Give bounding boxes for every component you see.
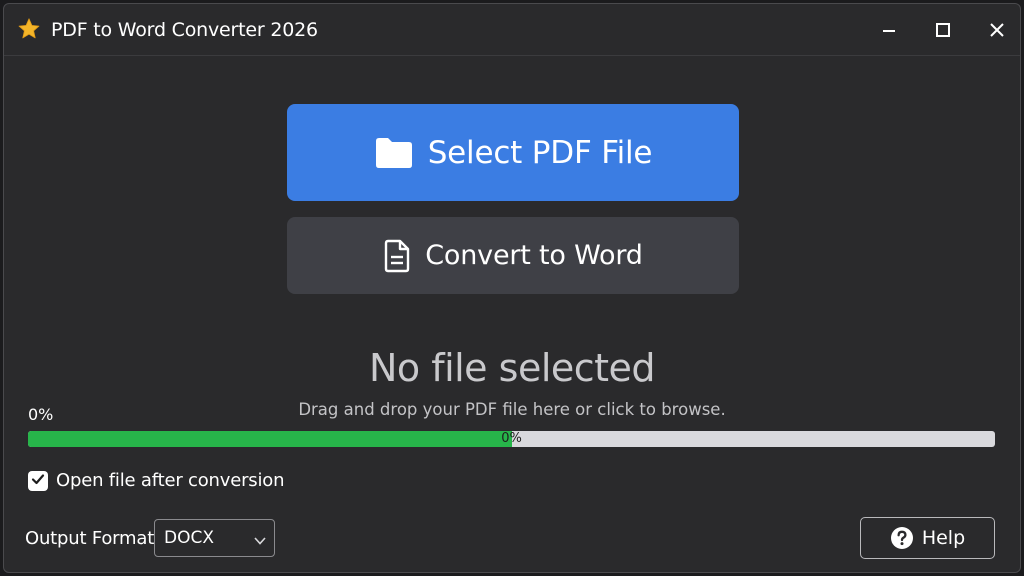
title-bar: PDF to Word Converter 2026 (4, 4, 1020, 56)
document-icon (383, 239, 411, 273)
output-format-value: DOCX (164, 528, 214, 548)
minimize-button[interactable] (877, 18, 901, 42)
maximize-icon (931, 18, 955, 42)
open-after-checkbox[interactable] (28, 471, 48, 491)
select-pdf-label: Select PDF File (427, 134, 653, 171)
close-button[interactable] (985, 18, 1009, 42)
help-label: Help (921, 527, 966, 549)
progress-bar-text: 0% (501, 431, 522, 446)
help-circle-icon (890, 526, 914, 550)
window-title: PDF to Word Converter 2026 (51, 19, 318, 41)
folder-icon (374, 136, 414, 170)
convert-to-word-label: Convert to Word (425, 239, 643, 271)
select-pdf-button[interactable]: Select PDF File (287, 104, 739, 201)
convert-to-word-button[interactable]: Convert to Word (287, 217, 739, 294)
star-icon (17, 17, 41, 41)
close-icon (985, 18, 1009, 42)
maximize-button[interactable] (931, 18, 955, 42)
output-format-select[interactable]: DOCX (154, 519, 275, 557)
progress-bar: 0% (28, 431, 995, 447)
drop-zone-hint[interactable]: Drag and drop your PDF file here or clic… (4, 399, 1020, 421)
checkmark-icon (30, 471, 46, 491)
open-after-label: Open file after conversion (56, 470, 285, 491)
open-after-conversion-option[interactable]: Open file after conversion (28, 469, 284, 493)
progress-percent-label: 0% (28, 405, 54, 424)
app-window: PDF to Word Converter 2026 Select PDF Fi… (3, 3, 1021, 573)
chevron-down-icon (253, 532, 267, 551)
output-format-label: Output Format (25, 528, 155, 549)
help-button[interactable]: Help (860, 517, 995, 559)
minimize-icon (877, 18, 901, 42)
status-title: No file selected (368, 346, 656, 390)
